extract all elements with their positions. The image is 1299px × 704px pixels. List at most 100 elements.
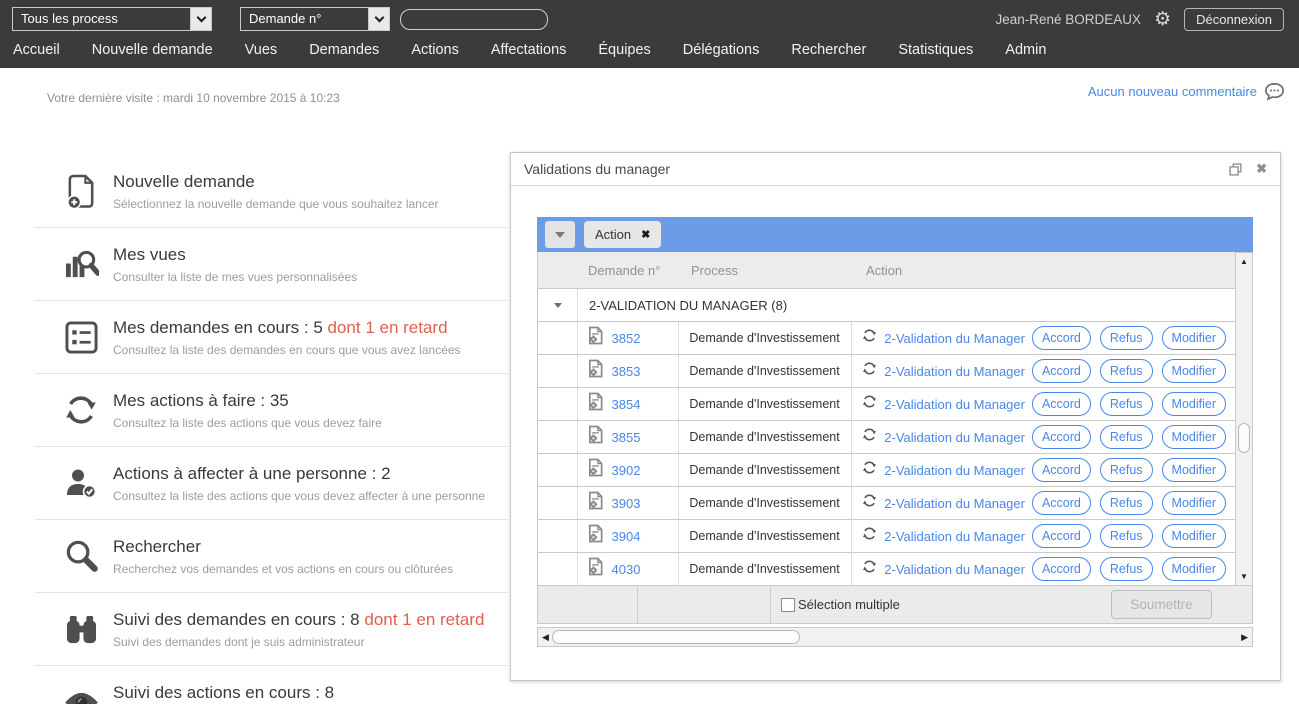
filter-chip-action[interactable]: Action ✖ [584,221,661,248]
process-cell: Demande d'Investissement [679,454,852,486]
nav-item-accueil[interactable]: Accueil [13,42,76,64]
menu-item-mes-vues[interactable]: Mes vues Consulter la liste de mes vues … [35,228,507,301]
request-id-link[interactable]: 3852 [612,331,641,346]
modifier-button[interactable]: Modifier [1162,425,1226,449]
menu-item-suivi-demandes[interactable]: Suivi des demandes en cours : 8 dont 1 e… [35,593,507,666]
process-cell: Demande d'Investissement [679,421,852,453]
refus-button[interactable]: Refus [1100,425,1153,449]
action-link[interactable]: 2-Validation du Manager [884,463,1025,478]
request-id-link[interactable]: 3853 [612,364,641,379]
scroll-right-arrow[interactable]: ▶ [1241,632,1248,643]
action-link[interactable]: 2-Validation du Manager [884,529,1025,544]
nav-item-nouvelle-demande[interactable]: Nouvelle demande [76,42,229,64]
scroll-left-arrow[interactable]: ◀ [542,632,549,643]
nav-item-delegations[interactable]: Délégations [667,42,776,64]
accord-button[interactable]: Accord [1032,491,1091,515]
menu-item-subtitle: Consulter la liste de mes vues personnal… [113,270,357,284]
nav-item-affectations[interactable]: Affectations [475,42,583,64]
menu-item-suivi-actions[interactable]: Suivi des actions en cours : 8 Suivi des… [35,666,507,704]
modifier-button[interactable]: Modifier [1162,524,1226,548]
accord-button[interactable]: Accord [1032,359,1091,383]
remove-filter-icon[interactable]: ✖ [641,228,650,241]
refus-button[interactable]: Refus [1100,458,1153,482]
accord-button[interactable]: Accord [1032,326,1091,350]
request-id-link[interactable]: 3904 [612,529,641,544]
refus-button[interactable]: Refus [1100,392,1153,416]
menu-item-title: Actions à affecter à une personne : 2 [113,464,391,483]
menu-item-actions-a-affecter[interactable]: Actions à affecter à une personne : 2 Co… [35,447,507,520]
quick-search-input[interactable] [400,9,548,30]
gear-icon[interactable]: ⚙ [1154,10,1171,29]
main-nav: Accueil Nouvelle demande Vues Demandes A… [0,38,1299,68]
action-link[interactable]: 2-Validation du Manager [884,562,1025,577]
menu-item-subtitle: Consultez la liste des actions que vous … [113,416,382,430]
action-link[interactable]: 2-Validation du Manager [884,331,1025,346]
menu-item-nouvelle-demande[interactable]: Nouvelle demande Sélectionnez la nouvell… [35,155,507,228]
modifier-button[interactable]: Modifier [1162,392,1226,416]
menu-item-rechercher[interactable]: Rechercher Recherchez vos demandes et vo… [35,520,507,593]
nav-item-vues[interactable]: Vues [229,42,294,64]
filter-dropdown-button[interactable] [545,221,575,248]
vertical-scrollbar[interactable]: ▲ ▼ [1235,252,1253,586]
speech-bubble-icon [1264,82,1285,101]
column-header-process: Process [681,263,856,278]
refus-button[interactable]: Refus [1100,359,1153,383]
nav-item-demandes[interactable]: Demandes [293,42,395,64]
modifier-button[interactable]: Modifier [1162,326,1226,350]
modifier-button[interactable]: Modifier [1162,359,1226,383]
popout-icon[interactable] [1229,163,1242,176]
accord-button[interactable]: Accord [1032,557,1091,581]
request-doc-icon [587,524,604,548]
logout-button[interactable]: Déconnexion [1184,8,1284,31]
accord-button[interactable]: Accord [1032,458,1091,482]
process-filter-select[interactable]: Tous les process [12,7,212,31]
multi-select-checkbox[interactable] [781,598,795,612]
request-doc-icon [587,458,604,482]
topbar: Tous les process Demande n° Jean-René BO… [0,0,1299,38]
submit-button[interactable]: Soumettre [1111,590,1212,619]
process-cell: Demande d'Investissement [679,487,852,519]
request-id-link[interactable]: 3903 [612,496,641,511]
refus-button[interactable]: Refus [1100,524,1153,548]
menu-item-subtitle: Consultez la liste des actions que vous … [113,489,485,503]
collapse-group-button[interactable] [538,289,578,321]
refus-button[interactable]: Refus [1100,491,1153,515]
action-link[interactable]: 2-Validation du Manager [884,397,1025,412]
nav-item-equipes[interactable]: Équipes [582,42,666,64]
home-menu: Nouvelle demande Sélectionnez la nouvell… [35,155,507,704]
search-icon [49,539,113,574]
accord-button[interactable]: Accord [1032,524,1091,548]
menu-item-mes-actions[interactable]: Mes actions à faire : 35 Consultez la li… [35,374,507,447]
refus-button[interactable]: Refus [1100,557,1153,581]
action-link[interactable]: 2-Validation du Manager [884,364,1025,379]
scroll-up-arrow[interactable]: ▲ [1236,257,1252,266]
horizontal-scroll-thumb[interactable] [552,630,800,644]
modifier-button[interactable]: Modifier [1162,458,1226,482]
accord-button[interactable]: Accord [1032,392,1091,416]
refus-button[interactable]: Refus [1100,326,1153,350]
modifier-button[interactable]: Modifier [1162,491,1226,515]
request-id-link[interactable]: 3855 [612,430,641,445]
nav-item-actions[interactable]: Actions [395,42,475,64]
search-type-select[interactable]: Demande n° [240,7,390,31]
nav-item-rechercher[interactable]: Rechercher [775,42,882,64]
action-refresh-icon [862,361,877,381]
menu-item-mes-demandes[interactable]: Mes demandes en cours : 5 dont 1 en reta… [35,301,507,374]
accord-button[interactable]: Accord [1032,425,1091,449]
horizontal-scrollbar[interactable]: ◀ ▶ [537,627,1253,647]
action-link[interactable]: 2-Validation du Manager [884,430,1025,445]
request-id-link[interactable]: 3902 [612,463,641,478]
scroll-down-arrow[interactable]: ▼ [1236,572,1252,581]
request-id-link[interactable]: 4030 [612,562,641,577]
request-doc-icon [587,359,604,383]
vertical-scroll-thumb[interactable] [1238,423,1250,453]
request-id-link[interactable]: 3854 [612,397,641,412]
comments-link[interactable]: Aucun nouveau commentaire [1088,82,1285,101]
action-link[interactable]: 2-Validation du Manager [884,496,1025,511]
table-row: 3903 Demande d'Investissement 2-Validati… [538,487,1235,520]
nav-item-statistiques[interactable]: Statistiques [882,42,989,64]
nav-item-admin[interactable]: Admin [989,42,1062,64]
close-icon[interactable]: ✖ [1256,161,1267,177]
last-visit-text: Votre dernière visite : mardi 10 novembr… [47,91,340,105]
modifier-button[interactable]: Modifier [1162,557,1226,581]
